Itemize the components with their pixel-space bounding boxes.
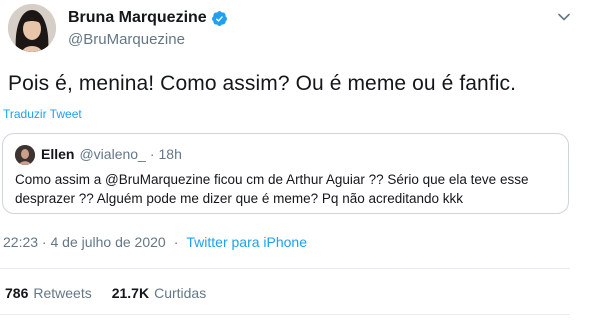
retweets-stat[interactable]: 786 Retweets (5, 285, 92, 301)
quoted-timestamp: 18h (158, 146, 182, 162)
quoted-author-avatar (15, 145, 35, 165)
quoted-author-handle: @vialeno_ (79, 146, 146, 162)
author-name-row: Bruna Marquezine (68, 9, 228, 27)
author-avatar[interactable] (8, 4, 56, 52)
likes-stat[interactable]: 21.7K Curtidas (112, 285, 207, 301)
tweet-stats: 786 Retweets 21.7K Curtidas (5, 285, 206, 301)
chevron-down-icon[interactable] (557, 10, 571, 24)
retweets-count: 786 (5, 285, 29, 301)
tweet-timestamp[interactable]: 22:23 · 4 de julho de 2020 (3, 234, 166, 250)
tweet-source-link[interactable]: Twitter para iPhone (186, 234, 307, 250)
quoted-separator: · (149, 146, 155, 162)
quoted-avatar-image (15, 145, 35, 165)
likes-label: Curtidas (154, 285, 207, 301)
author-name[interactable]: Bruna Marquezine (68, 9, 207, 27)
translate-tweet-link[interactable]: Traduzir Tweet (3, 107, 82, 121)
tweet-text: Pois é, menina! Como assim? Ou é meme ou… (8, 72, 517, 95)
quoted-tweet-header: Ellen @vialeno_ · 18h (41, 146, 182, 162)
quoted-tweet[interactable]: Ellen @vialeno_ · 18h Como assim a @BruM… (2, 133, 569, 214)
verified-badge-icon (211, 10, 227, 26)
author-handle[interactable]: @BruMarquezine (68, 31, 185, 48)
quoted-tweet-text: Como assim a @BruMarquezine ficou cm de … (15, 172, 529, 206)
divider (0, 314, 570, 315)
likes-count: 21.7K (111, 285, 150, 301)
meta-separator: · (173, 234, 179, 250)
tweet-header: Bruna Marquezine @BruMarquezine (0, 0, 595, 60)
divider (0, 268, 570, 269)
retweets-label: Retweets (33, 285, 92, 301)
tweet-meta: 22:23 · 4 de julho de 2020 · Twitter par… (3, 234, 307, 250)
quoted-author-name: Ellen (41, 146, 75, 162)
avatar-image (8, 4, 56, 52)
